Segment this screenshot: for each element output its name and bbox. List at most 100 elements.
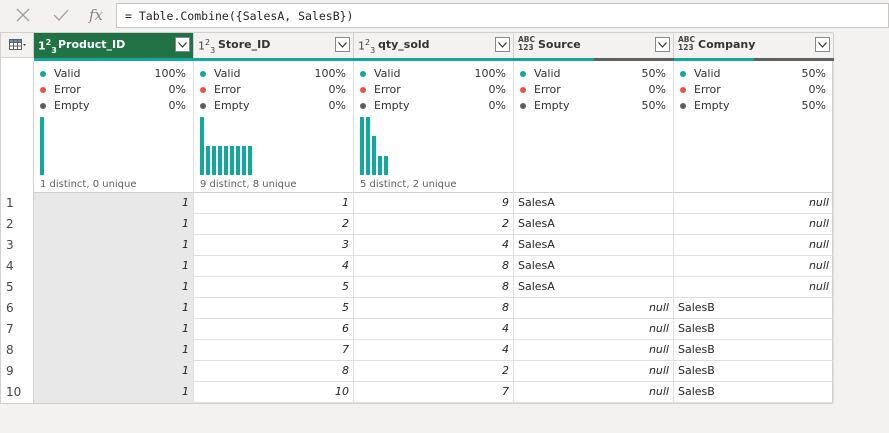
table-cell[interactable]: null	[514, 319, 674, 340]
histogram-bar[interactable]	[378, 156, 382, 175]
table-cell[interactable]: 4	[354, 340, 514, 361]
checkmark-icon[interactable]	[50, 4, 72, 26]
table-cell[interactable]: 1	[34, 382, 194, 403]
row-number[interactable]: 4	[1, 256, 34, 277]
fx-icon[interactable]: fx	[86, 4, 106, 26]
table-cell[interactable]: SalesB	[674, 340, 834, 361]
table-cell[interactable]: 7	[354, 382, 514, 403]
close-icon[interactable]	[12, 4, 34, 26]
table-cell[interactable]: 1	[194, 193, 354, 214]
histogram-bar[interactable]	[206, 146, 210, 175]
column-header-product-id[interactable]: 123 Product_ID	[34, 33, 194, 58]
table-cell[interactable]: null	[674, 277, 834, 298]
histogram-bar[interactable]	[230, 146, 234, 175]
table-cell[interactable]: SalesB	[674, 319, 834, 340]
row-number[interactable]: 8	[1, 340, 34, 361]
number-type-icon[interactable]: 123	[358, 38, 375, 56]
table-cell[interactable]: 1	[34, 277, 194, 298]
any-type-icon[interactable]: ABC 123	[518, 36, 535, 52]
quality-bar-valid	[194, 58, 354, 61]
histogram-bar[interactable]	[224, 146, 228, 175]
row-number[interactable]: 1	[1, 193, 34, 214]
table-cell[interactable]: 1	[34, 340, 194, 361]
table-cell[interactable]: 5	[194, 298, 354, 319]
row-number[interactable]: 6	[1, 298, 34, 319]
chevron-down-icon[interactable]	[175, 37, 190, 52]
chevron-down-icon[interactable]	[335, 37, 350, 52]
table-cell[interactable]: 1	[34, 193, 194, 214]
row-number[interactable]: 5	[1, 277, 34, 298]
histogram-bar[interactable]	[40, 117, 44, 175]
table-cell[interactable]: 2	[354, 214, 514, 235]
table-cell[interactable]: 10	[194, 382, 354, 403]
table-cell[interactable]: SalesA	[514, 256, 674, 277]
table-cell[interactable]: null	[514, 382, 674, 403]
table-cell[interactable]: 8	[354, 256, 514, 277]
chevron-down-icon[interactable]	[815, 37, 830, 52]
table-cell[interactable]: null	[674, 214, 834, 235]
table-cell[interactable]: 4	[354, 235, 514, 256]
table-cell[interactable]: 1	[34, 298, 194, 319]
table-cell[interactable]: 6	[194, 319, 354, 340]
table-cell[interactable]: 3	[194, 235, 354, 256]
histogram-bar[interactable]	[200, 117, 204, 175]
table-cell[interactable]: 1	[34, 319, 194, 340]
table-cell[interactable]: SalesA	[514, 277, 674, 298]
row-number[interactable]: 7	[1, 319, 34, 340]
histogram-bar[interactable]	[212, 146, 216, 175]
histogram-bar[interactable]	[248, 146, 252, 175]
chevron-down-icon[interactable]	[655, 37, 670, 52]
number-type-icon[interactable]: 123	[38, 38, 57, 56]
table-cell[interactable]: 8	[354, 277, 514, 298]
row-number[interactable]: 10	[1, 382, 34, 403]
table-cell[interactable]: null	[674, 235, 834, 256]
column-header-qty-sold[interactable]: 123 qty_sold	[354, 33, 514, 58]
histogram-bar[interactable]	[384, 156, 388, 175]
table-cell[interactable]: SalesA	[514, 193, 674, 214]
row-number[interactable]: 3	[1, 235, 34, 256]
column-header-company[interactable]: ABC 123 Company	[674, 33, 834, 58]
histogram-bar[interactable]	[366, 117, 370, 175]
row-number[interactable]: 2	[1, 214, 34, 235]
row-number[interactable]: 9	[1, 361, 34, 382]
table-cell[interactable]: 8	[194, 361, 354, 382]
table-cell[interactable]: SalesB	[674, 382, 834, 403]
any-type-icon[interactable]: ABC 123	[678, 36, 695, 52]
histogram-bar[interactable]	[372, 136, 376, 175]
table-cell[interactable]: SalesA	[514, 214, 674, 235]
histogram-bar[interactable]	[360, 117, 364, 175]
formula-input[interactable]: = Table.Combine({SalesA, SalesB})	[116, 3, 889, 28]
column-header-source[interactable]: ABC 123 Source	[514, 33, 674, 58]
histogram-bar[interactable]	[218, 146, 222, 175]
table-cell[interactable]: 1	[34, 214, 194, 235]
table-menu-button[interactable]	[1, 33, 34, 58]
table-cell[interactable]: SalesB	[674, 298, 834, 319]
status-dot-icon	[40, 87, 46, 93]
table-cell[interactable]: 4	[194, 256, 354, 277]
histogram-bar[interactable]	[242, 146, 246, 175]
table-cell[interactable]: SalesB	[674, 361, 834, 382]
chevron-down-icon[interactable]	[495, 37, 510, 52]
stat-empty: Empty 50%	[680, 99, 826, 113]
table-cell[interactable]: SalesA	[514, 235, 674, 256]
table-cell[interactable]: 7	[194, 340, 354, 361]
table-cell[interactable]: 9	[354, 193, 514, 214]
table-cell[interactable]: 4	[354, 319, 514, 340]
table-cell[interactable]: null	[514, 361, 674, 382]
number-type-icon[interactable]: 123	[198, 38, 215, 56]
table-cell[interactable]: null	[674, 256, 834, 277]
table-cell[interactable]: 5	[194, 277, 354, 298]
histogram-bar[interactable]	[236, 146, 240, 175]
table-cell[interactable]: 1	[34, 256, 194, 277]
stat-percent: 100%	[474, 67, 506, 80]
table-cell[interactable]: 2	[354, 361, 514, 382]
table-cell[interactable]: null	[514, 298, 674, 319]
table-cell[interactable]: null	[674, 193, 834, 214]
table-cell[interactable]: null	[514, 340, 674, 361]
table-cell[interactable]: 2	[194, 214, 354, 235]
table-cell[interactable]: 1	[34, 361, 194, 382]
table-cell[interactable]: 1	[34, 235, 194, 256]
column-profile-source: Valid 50% Error 0% Empty 50%	[514, 61, 674, 193]
table-cell[interactable]: 8	[354, 298, 514, 319]
column-header-store-id[interactable]: 123 Store_ID	[194, 33, 354, 58]
